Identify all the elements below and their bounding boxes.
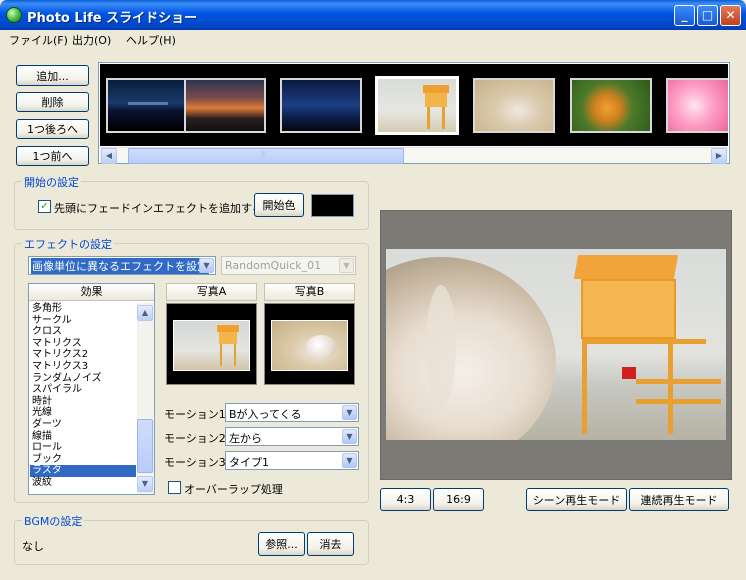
list-item-selected[interactable]: ラスタ [30, 465, 136, 477]
fade-in-label: 先頭にフェードインエフェクトを追加する [54, 202, 263, 215]
menu-bar: ファイル(F) 出力(O) ヘルプ(H) [0, 30, 746, 48]
motion3-value: タイプ1 [229, 456, 269, 469]
thumbnail-night-harbor[interactable] [106, 78, 188, 133]
chevron-down-icon[interactable]: ▼ [342, 453, 357, 468]
thumbnail-strip: ◀ ⦙⦙⦙ ▶ [98, 62, 730, 164]
scroll-down-arrow-icon[interactable]: ▼ [137, 476, 153, 492]
motion3-select[interactable]: タイプ1 ▼ [225, 451, 359, 470]
scroll-right-arrow-icon[interactable]: ▶ [711, 148, 727, 164]
thumbnail-seashell-sand[interactable] [473, 78, 555, 133]
delete-button[interactable]: 削除 [16, 92, 89, 112]
close-button[interactable]: ✕ [720, 5, 741, 26]
motion2-value: 左から [229, 432, 262, 445]
thumbnail-coconuts[interactable] [570, 78, 652, 133]
effect-mode-select[interactable]: 画像単位に異なるエフェクトを設定 ▼ [28, 256, 216, 275]
list-item[interactable]: マトリクス [30, 338, 136, 350]
move-back-button[interactable]: 1つ後ろへ [16, 119, 89, 139]
scene-play-button[interactable]: シーン再生モード [526, 488, 627, 511]
bgm-settings-title: BGMの設定 [22, 513, 85, 529]
motion2-label: モーション2 [164, 432, 226, 445]
thumbnail-scrollbar[interactable]: ◀ ⦙⦙⦙ ▶ [100, 147, 728, 164]
effect-list-scroll-thumb[interactable] [137, 419, 153, 473]
list-item[interactable]: ロール [30, 442, 136, 454]
motion3-label: モーション3 [164, 456, 226, 469]
photo-a-preview [166, 303, 257, 385]
list-item[interactable]: スパイラル [30, 384, 136, 396]
list-item[interactable]: 多角形 [30, 303, 136, 315]
list-item[interactable]: 波紋 [30, 477, 136, 489]
bgm-value: なし [22, 540, 44, 553]
list-item[interactable]: ランダムノイズ [30, 373, 136, 385]
scrollbar-grip-icon: ⦙⦙⦙ [261, 150, 267, 159]
effect-settings-title: エフェクトの設定 [22, 236, 114, 252]
scroll-left-arrow-icon[interactable]: ◀ [101, 148, 117, 164]
photo-a-header: 写真A [166, 283, 257, 301]
chevron-down-icon[interactable]: ▼ [199, 258, 214, 273]
add-button[interactable]: 追加... [16, 65, 89, 86]
clear-bgm-button[interactable]: 消去 [307, 532, 354, 556]
start-settings-title: 開始の設定 [22, 174, 81, 190]
overlap-checkbox[interactable] [168, 481, 181, 494]
maximize-button[interactable]: □ [697, 5, 718, 26]
effect-list-header[interactable]: 効果 [29, 284, 154, 301]
thumbnail-lifeguard-tower[interactable] [375, 76, 459, 135]
photo-b-preview [264, 303, 355, 385]
preview-image [386, 249, 726, 440]
ratio-16-9-button[interactable]: 16:9 [433, 488, 484, 511]
random-effect-select[interactable]: RandomQuick_01 ▼ [221, 256, 356, 275]
window-title: Photo Life スライドショー [27, 11, 198, 26]
motion1-select[interactable]: Bが入ってくる ▼ [225, 403, 359, 422]
motion2-select[interactable]: 左から ▼ [225, 427, 359, 446]
thumbnail-night-sky[interactable] [280, 78, 362, 133]
preview-frame [380, 210, 732, 480]
minimize-button[interactable]: _ [674, 5, 695, 26]
list-item[interactable]: マトリクス3 [30, 361, 136, 373]
thumbnail-hibiscus[interactable] [666, 78, 728, 133]
menu-output[interactable]: 出力(O) [72, 32, 111, 48]
fade-in-checkbox[interactable]: ✓ [38, 200, 51, 213]
effect-list-scrollbar[interactable]: ▲ ▼ [137, 303, 154, 494]
ratio-4-3-button[interactable]: 4:3 [380, 488, 431, 511]
list-item[interactable]: サークル [30, 315, 136, 327]
title-bar[interactable]: Photo Life スライドショー _ □ ✕ [0, 0, 746, 30]
motion1-label: モーション1 [164, 408, 226, 421]
scrollbar-thumb[interactable]: ⦙⦙⦙ [128, 148, 404, 164]
chevron-down-icon[interactable]: ▼ [342, 405, 357, 420]
continuous-play-button[interactable]: 連続再生モード [629, 488, 729, 511]
list-item[interactable]: クロス [30, 326, 136, 338]
effect-list[interactable]: 効果 多角形 サークル クロス マトリクス マトリクス2 マトリクス3 ランダム… [28, 283, 155, 495]
motion1-value: Bが入ってくる [229, 408, 302, 421]
photo-b-header: 写真B [264, 283, 355, 301]
menu-file[interactable]: ファイル(F) [9, 32, 68, 48]
list-item[interactable]: 線描 [30, 431, 136, 443]
list-item[interactable]: 光線 [30, 407, 136, 419]
chevron-down-icon[interactable]: ▼ [339, 258, 354, 273]
thumbnail-track [100, 64, 728, 146]
move-front-button[interactable]: 1つ前へ [16, 146, 89, 166]
thumbnail-sunset-clouds[interactable] [184, 78, 266, 133]
random-effect-value: RandomQuick_01 [225, 259, 322, 272]
scroll-up-arrow-icon[interactable]: ▲ [137, 305, 153, 321]
chevron-down-icon[interactable]: ▼ [342, 429, 357, 444]
app-icon [6, 7, 22, 23]
effect-mode-value: 画像単位に異なるエフェクトを設定 [31, 258, 209, 274]
list-item[interactable]: ブック [30, 454, 136, 466]
list-item[interactable]: ダーツ [30, 419, 136, 431]
menu-help[interactable]: ヘルプ(H) [126, 32, 176, 48]
overlap-label: オーバーラップ処理 [184, 483, 283, 496]
start-color-button[interactable]: 開始色 [254, 193, 304, 217]
effect-list-items: 多角形 サークル クロス マトリクス マトリクス2 マトリクス3 ランダムノイズ… [30, 303, 136, 489]
list-item[interactable]: マトリクス2 [30, 349, 136, 361]
browse-button[interactable]: 参照... [258, 532, 305, 556]
list-item[interactable]: 時計 [30, 396, 136, 408]
start-color-swatch[interactable] [311, 194, 354, 217]
